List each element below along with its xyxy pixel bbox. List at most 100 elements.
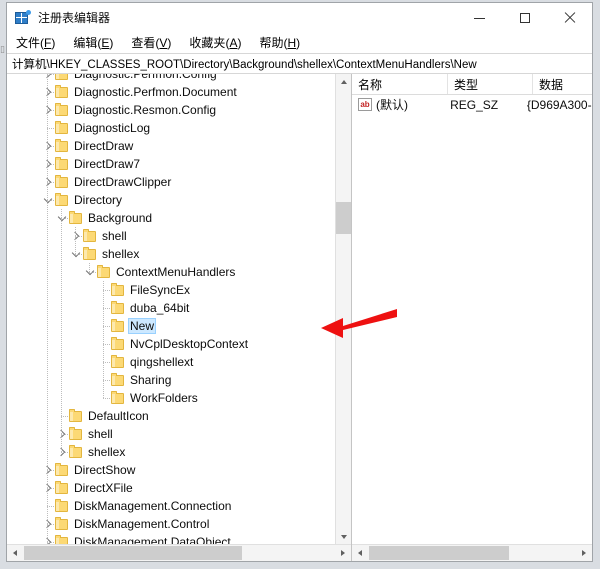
tree-item[interactable]: shell (7, 227, 335, 245)
tree-vertical-scrollbar[interactable] (335, 74, 351, 544)
tree-item-label: WorkFolders (130, 391, 198, 405)
values-scroll-left-button[interactable] (352, 545, 368, 561)
tree-item[interactable]: DirectXFile (7, 479, 335, 497)
column-header-data[interactable]: 数据 (533, 74, 592, 94)
tree-item[interactable]: Diagnostic.Perfmon.Config (7, 74, 335, 83)
menu-item-edit[interactable]: 编辑(E) (73, 32, 122, 53)
tree-pane: Diagnostic.Perfmon.Config Diagnostic.Perf… (7, 74, 352, 561)
tree-item[interactable]: DirectShow (7, 461, 335, 479)
tree-scroll-thumb[interactable] (336, 202, 351, 234)
title-bar: 注册表编辑器 (7, 3, 592, 32)
triangle-up-icon (340, 79, 347, 84)
values-hscroll-thumb[interactable] (369, 546, 509, 560)
minimize-button[interactable] (457, 3, 502, 32)
tree-item-label: DirectDrawClipper (74, 175, 172, 189)
scroll-right-button[interactable] (335, 545, 351, 561)
folder-icon (55, 192, 68, 206)
address-bar[interactable]: 计算机\HKEY_CLASSES_ROOT\Directory\Backgrou… (7, 53, 592, 74)
value-row[interactable]: ab (默认) REG_SZ {D969A300-E (352, 95, 592, 114)
tree-horizontal-scrollbar[interactable] (7, 544, 351, 561)
tree-item[interactable]: Diagnostic.Perfmon.Document (7, 83, 335, 101)
folder-icon (111, 336, 124, 350)
tree-guide-line (103, 326, 110, 327)
menu-item-file-label: 文件 (16, 36, 41, 50)
tree-item[interactable]: DirectDrawClipper (7, 173, 335, 191)
tree-guide-line (47, 146, 54, 147)
tree-item-label: Sharing (130, 373, 172, 387)
menu-item-view[interactable]: 查看(V) (131, 32, 180, 53)
tree-item[interactable]: DefaultIcon (7, 407, 335, 425)
tree-item[interactable]: shellex (7, 443, 335, 461)
tree-item[interactable]: shell (7, 425, 335, 443)
folder-icon (55, 174, 68, 188)
folder-icon (55, 534, 68, 544)
tree-item-label: DirectShow (74, 463, 136, 477)
tree-guide-line (103, 308, 110, 309)
menu-item-help-label: 帮助 (259, 36, 284, 50)
folder-icon (55, 120, 68, 134)
tree-guide-line (103, 290, 110, 291)
scroll-down-button[interactable] (336, 529, 351, 544)
tree-item[interactable]: duba_64bit (7, 299, 335, 317)
tree-item[interactable]: DirectDraw7 (7, 155, 335, 173)
tree-item[interactable]: shellex (7, 245, 335, 263)
triangle-down-icon (340, 534, 347, 539)
tree-item-label: Background (88, 211, 153, 225)
tree-guide-line (47, 200, 54, 201)
folder-icon (55, 156, 68, 170)
menu-item-file-mnemonic: F (44, 36, 52, 50)
column-header-type[interactable]: 类型 (448, 74, 533, 94)
scroll-up-button[interactable] (336, 74, 351, 89)
registry-tree: Diagnostic.Perfmon.Config Diagnostic.Perf… (7, 74, 335, 544)
maximize-button[interactable] (502, 3, 547, 32)
menu-item-file[interactable]: 文件(F) (16, 32, 64, 53)
tree-item[interactable]: Sharing (7, 371, 335, 389)
tree-item[interactable]: DiskManagement.Connection (7, 497, 335, 515)
folder-icon (69, 210, 82, 224)
folder-icon (111, 282, 124, 296)
folder-icon (111, 372, 124, 386)
tree-item[interactable]: ContextMenuHandlers (7, 263, 335, 281)
tree-item[interactable]: qingshellext (7, 353, 335, 371)
chevron-right-icon[interactable] (41, 74, 55, 83)
value-type: REG_SZ (450, 97, 499, 112)
menu-item-view-label: 查看 (131, 36, 156, 50)
tree-hscroll-thumb[interactable] (24, 546, 242, 560)
tree-item[interactable]: DirectDraw (7, 137, 335, 155)
tree-item[interactable]: Background (7, 209, 335, 227)
column-header-name[interactable]: 名称 (352, 74, 448, 94)
folder-icon (55, 84, 68, 98)
tree-item[interactable]: Diagnostic.Resmon.Config (7, 101, 335, 119)
minimize-icon (474, 17, 485, 19)
value-data: {D969A300-E (526, 97, 592, 112)
folder-icon (55, 480, 68, 494)
scroll-left-button[interactable] (7, 545, 23, 561)
values-horizontal-scrollbar[interactable] (352, 544, 592, 561)
tree-guide-line (75, 236, 82, 237)
tree-item[interactable]: DiagnosticLog (7, 119, 335, 137)
window-title: 注册表编辑器 (38, 11, 111, 25)
tree-item-label: DefaultIcon (88, 409, 149, 423)
menu-item-help[interactable]: 帮助(H) (259, 32, 309, 53)
values-scroll-right-button[interactable] (576, 545, 592, 561)
tree-item-label: DiskManagement.Control (74, 517, 210, 531)
menu-item-favorites[interactable]: 收藏夹(A) (189, 32, 250, 53)
window-controls (457, 3, 592, 32)
menu-item-edit-mnemonic: E (101, 36, 110, 50)
tree-item[interactable]: Directory (7, 191, 335, 209)
tree-item[interactable]: DiskManagement.Control (7, 515, 335, 533)
tree-guide-line (61, 218, 68, 219)
tree-item-label: DiskManagement.Connection (74, 499, 232, 513)
tree-item-label: DirectXFile (74, 481, 133, 495)
tree-item-selected[interactable]: New (7, 317, 335, 335)
tree-item[interactable]: FileSyncEx (7, 281, 335, 299)
close-button[interactable] (547, 3, 592, 32)
tree-item-label: DiagnosticLog (74, 121, 151, 135)
string-value-icon: ab (358, 98, 372, 111)
tree-item[interactable]: NvCplDesktopContext (7, 335, 335, 353)
tree-item[interactable]: DiskManagement.DataObject (7, 533, 335, 544)
tree-guide-line (103, 398, 110, 399)
maximize-icon (519, 12, 530, 23)
folder-icon (97, 264, 110, 278)
tree-item[interactable]: WorkFolders (7, 389, 335, 407)
